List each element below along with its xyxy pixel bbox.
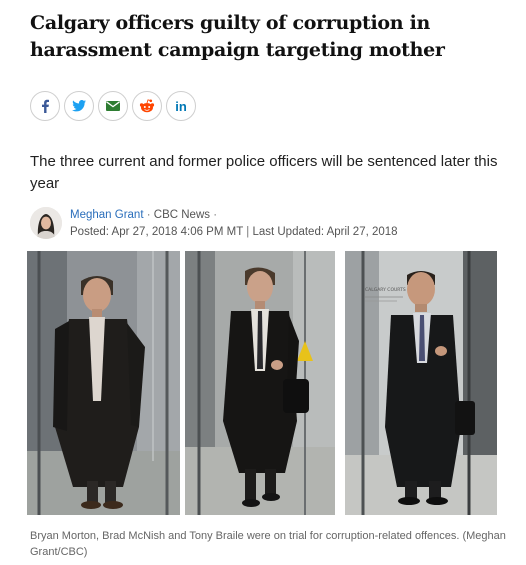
share-twitter-button[interactable] <box>64 91 94 121</box>
article-deck: The three current and former police offi… <box>30 153 498 192</box>
photo-caption: Bryan Morton, Brad McNish and Tony Brail… <box>30 530 506 558</box>
byline: Meghan Grant · CBC News · Posted: Apr 27… <box>30 207 398 241</box>
share-facebook-button[interactable] <box>30 91 60 121</box>
reddit-icon <box>139 99 155 113</box>
linkedin-icon: in <box>175 98 187 114</box>
share-bar: in <box>30 91 196 121</box>
share-reddit-button[interactable] <box>132 91 162 121</box>
share-linkedin-button[interactable]: in <box>166 91 196 121</box>
share-email-button[interactable] <box>98 91 128 121</box>
posted-date: Posted: Apr 27, 2018 4:06 PM MT <box>70 226 244 238</box>
outlet-name: CBC News <box>153 209 210 221</box>
author-avatar <box>30 207 62 239</box>
twitter-icon <box>72 100 86 112</box>
author-link[interactable]: Meghan Grant <box>70 209 144 221</box>
photo-brad-mcnish <box>185 251 335 515</box>
photo-tony-braile: CALGARY COURTS CENTRE <box>345 251 497 515</box>
lead-photo: CALGARY COURTS CENTRE <box>27 251 497 515</box>
byline-pipe: | <box>246 226 250 238</box>
facebook-icon <box>42 99 49 113</box>
byline-dot: · <box>213 209 218 221</box>
photo-bryan-morton <box>27 251 180 515</box>
email-icon <box>106 101 120 111</box>
updated-date: Last Updated: April 27, 2018 <box>252 226 398 238</box>
article-headline: Calgary officers guilty of corruption in… <box>30 12 445 61</box>
byline-dot: · <box>146 209 151 221</box>
